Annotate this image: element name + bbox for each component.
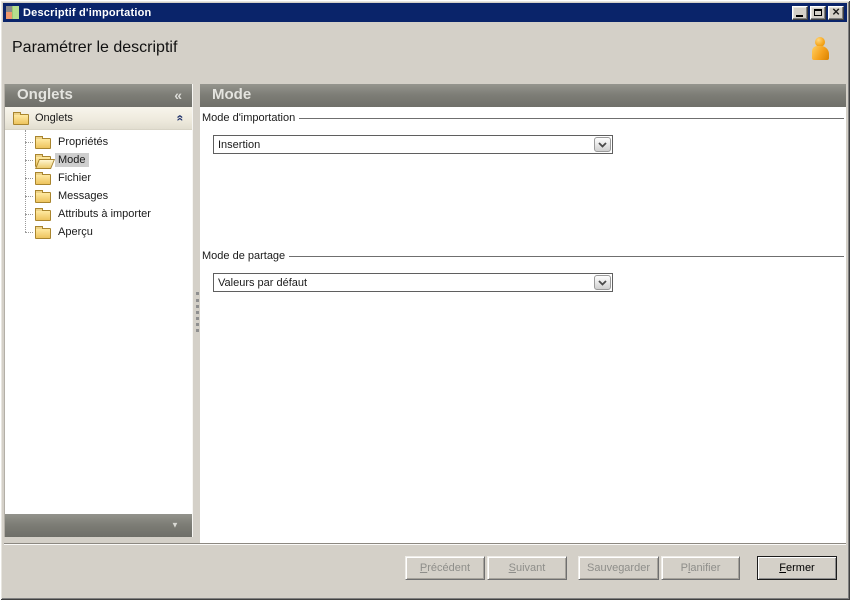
page-title: Paramétrer le descriptif [12,39,178,56]
main-content: Mode d'importation Insertion Mode de par… [200,107,846,543]
sidebar-scroll-down-bar[interactable]: ▼ [5,514,192,537]
app-icon [6,6,19,19]
chevron-down-icon [598,279,607,286]
sidebar-item-messages[interactable]: Messages [5,187,192,205]
folder-icon [35,135,51,149]
import-descriptor-dialog: Descriptif d'importation × Paramétrer le… [0,0,850,600]
maximize-button[interactable] [810,5,826,20]
collapse-all-icon[interactable]: « [174,115,188,122]
close-dialog-button[interactable]: Fermer [757,556,837,580]
dropdown-button[interactable] [594,137,611,152]
group-mode-partage: Mode de partage Valeurs par défaut [202,250,844,292]
maximize-icon [814,9,822,16]
previous-button[interactable]: Précédent [405,556,485,580]
folder-icon [35,207,51,221]
user-person-icon[interactable] [809,37,831,65]
next-button[interactable]: Suivant [487,556,567,580]
close-button[interactable]: × [828,3,844,20]
sidebar-item-fichier[interactable]: Fichier [5,169,192,187]
dropdown-button[interactable] [594,275,611,290]
sidebar-header: Onglets « [5,84,192,107]
header-band: Paramétrer le descriptif [4,22,846,84]
save-button[interactable]: Sauvegarder [578,556,659,580]
main-header-label: Mode [212,86,252,103]
collapse-sidebar-icon[interactable]: « [174,87,182,103]
sidebar-item-attributs[interactable]: Attributs à importer [5,205,192,223]
titlebar: Descriptif d'importation × [3,3,847,22]
sidebar-item-mode[interactable]: Mode [5,151,192,169]
share-mode-value: Valeurs par défaut [218,276,308,289]
folder-icon [35,225,51,239]
sidebar-item-apercu[interactable]: Aperçu [5,223,192,241]
minimize-button[interactable] [792,5,808,20]
folder-icon [35,171,51,185]
group-mode-importation: Mode d'importation Insertion [202,112,844,154]
group-label: Mode de partage [202,250,286,262]
schedule-button[interactable]: Pl anifier [661,556,740,580]
sidebar-header-label: Onglets [17,86,73,103]
minimize-icon [796,14,803,17]
window-title: Descriptif d'importation [23,6,152,19]
folder-icon [35,189,51,203]
open-folder-icon [35,153,51,167]
sidebar-item-proprietes[interactable]: Propriétés [5,133,192,151]
main-panel: Mode Mode d'importation Insertion Mode d… [200,84,846,543]
sidebar-onglets: Onglets « Onglets « Propriétés Mode Fich… [4,84,193,537]
close-icon: × [832,3,840,19]
import-mode-value: Insertion [218,138,261,151]
footer-divider [4,543,846,545]
group-label: Mode d'importation [202,112,296,124]
tabs-tree: Propriétés Mode Fichier Messages Attribu [5,130,192,514]
scroll-down-icon: ▼ [171,521,180,530]
tree-root-label: Onglets [35,112,73,124]
tree-root-onglets[interactable]: Onglets « [5,107,192,130]
import-mode-select[interactable]: Insertion [213,135,613,154]
share-mode-select[interactable]: Valeurs par défaut [213,273,613,292]
main-header: Mode [200,84,846,107]
chevron-down-icon [598,141,607,148]
folder-icon [13,111,29,125]
